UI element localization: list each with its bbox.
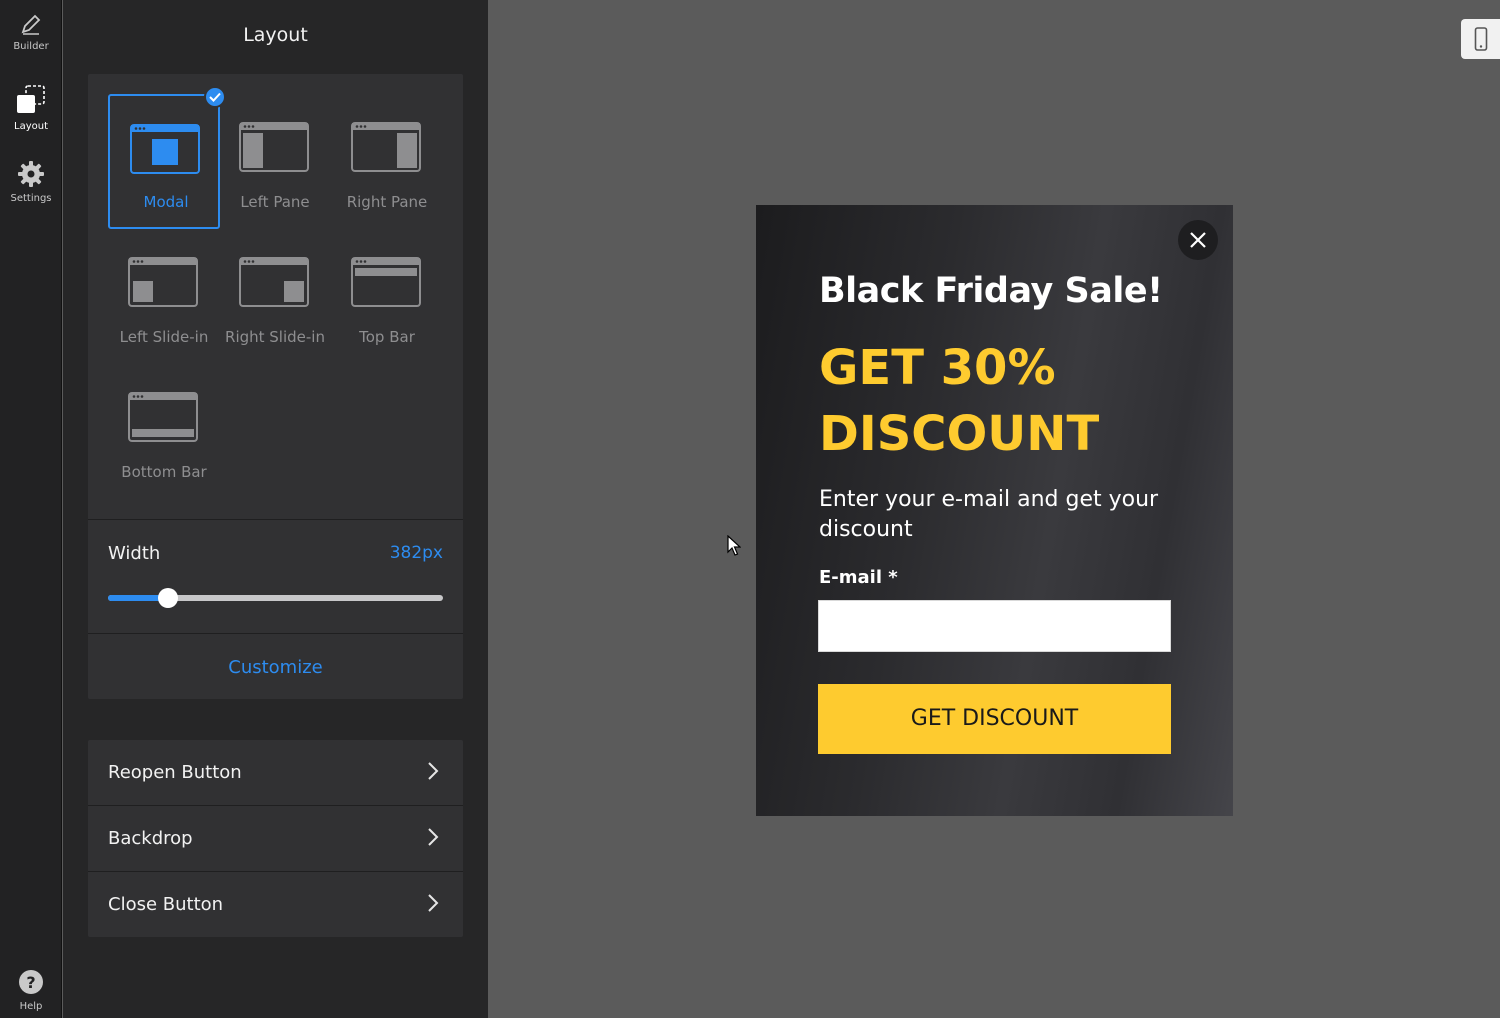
popup-close-button[interactable] [1178, 220, 1218, 260]
layout-option-left-pane[interactable]: Left Pane [219, 94, 331, 229]
email-label: E-mail * [819, 567, 898, 588]
left-rail: Builder Layout Settings ? Help [0, 0, 62, 1018]
layout-option-label: Modal [143, 193, 189, 211]
pencil-icon [21, 14, 41, 35]
layout-option-label: Top Bar [359, 328, 415, 346]
bottom-bar-layout-icon [128, 392, 198, 442]
right-pane-layout-icon [351, 122, 421, 172]
chevron-right-icon [428, 894, 439, 912]
divider [88, 519, 463, 520]
width-slider-thumb[interactable] [158, 588, 179, 608]
layout-option-label: Right Pane [346, 193, 428, 211]
rail-settings[interactable]: Settings [0, 160, 62, 204]
layout-option-label: Bottom Bar [121, 463, 207, 481]
width-value: 382px [389, 543, 443, 563]
popup-subtitle: Enter your e-mail and get your discount [819, 487, 1159, 542]
layout-icon [17, 85, 45, 113]
modal-layout-icon [130, 124, 200, 174]
rail-builder[interactable]: Builder [0, 12, 62, 52]
close-icon [1190, 232, 1206, 248]
customize-link[interactable]: Customize [88, 657, 463, 678]
gear-icon [18, 161, 44, 187]
help-icon: ? [19, 970, 43, 994]
layout-option-label: Right Slide-in [225, 328, 325, 346]
get-discount-button[interactable]: GET DISCOUNT [818, 684, 1171, 754]
mouse-cursor-icon [727, 535, 741, 556]
layout-sections-card: Reopen Button Backdrop Close Button [88, 740, 463, 937]
layout-option-modal[interactable]: Modal [108, 86, 226, 229]
reopen-button-label: Reopen Button [108, 762, 242, 783]
layout-option-label: Left Slide-in [119, 328, 209, 346]
layout-option-bottom-bar[interactable]: Bottom Bar [108, 364, 220, 499]
popup-headline-line2: DISCOUNT [819, 406, 1100, 462]
popup-preview: Black Friday Sale! GET 30% DISCOUNT Ente… [756, 205, 1233, 816]
rail-settings-label: Settings [10, 193, 52, 204]
reopen-button-row[interactable]: Reopen Button [88, 740, 463, 805]
width-label: Width [108, 543, 161, 564]
layout-option-label: Left Pane [240, 193, 310, 211]
layout-options-card: Modal Left Pane Right Pane Left Slide-in… [88, 74, 463, 699]
rail-layout[interactable]: Layout [0, 84, 62, 132]
layout-panel: Layout Modal Left Pane Right Pane Left S… [63, 0, 488, 1018]
left-pane-layout-icon [239, 122, 309, 172]
left-slide-in-layout-icon [128, 257, 198, 307]
rail-layout-label: Layout [14, 121, 48, 132]
mobile-preview-button[interactable] [1461, 19, 1500, 59]
mobile-phone-icon [1474, 27, 1488, 51]
popup-title: Black Friday Sale! [819, 271, 1163, 311]
panel-title: Layout [243, 24, 308, 46]
backdrop-label: Backdrop [108, 828, 193, 849]
rail-help[interactable]: ? Help [0, 968, 62, 1012]
chevron-right-icon [428, 828, 439, 846]
right-slide-in-layout-icon [239, 257, 309, 307]
backdrop-row[interactable]: Backdrop [88, 806, 463, 871]
layout-option-left-slide-in[interactable]: Left Slide-in [108, 229, 220, 364]
chevron-right-icon [428, 762, 439, 780]
width-slider[interactable] [108, 588, 443, 608]
close-button-label: Close Button [108, 894, 224, 915]
rail-help-label: Help [19, 1001, 43, 1012]
layout-option-right-pane[interactable]: Right Pane [331, 94, 443, 229]
divider [88, 633, 463, 634]
layout-option-top-bar[interactable]: Top Bar [331, 229, 443, 364]
popup-headline-line1: GET 30% [819, 340, 1056, 396]
rail-builder-label: Builder [13, 41, 49, 52]
email-field[interactable] [818, 600, 1171, 652]
popup-headline: GET 30% DISCOUNT [819, 335, 1199, 467]
layout-option-right-slide-in[interactable]: Right Slide-in [219, 229, 331, 364]
top-bar-layout-icon [351, 257, 421, 307]
svg-text:?: ? [26, 973, 35, 992]
close-button-row[interactable]: Close Button [88, 872, 463, 937]
